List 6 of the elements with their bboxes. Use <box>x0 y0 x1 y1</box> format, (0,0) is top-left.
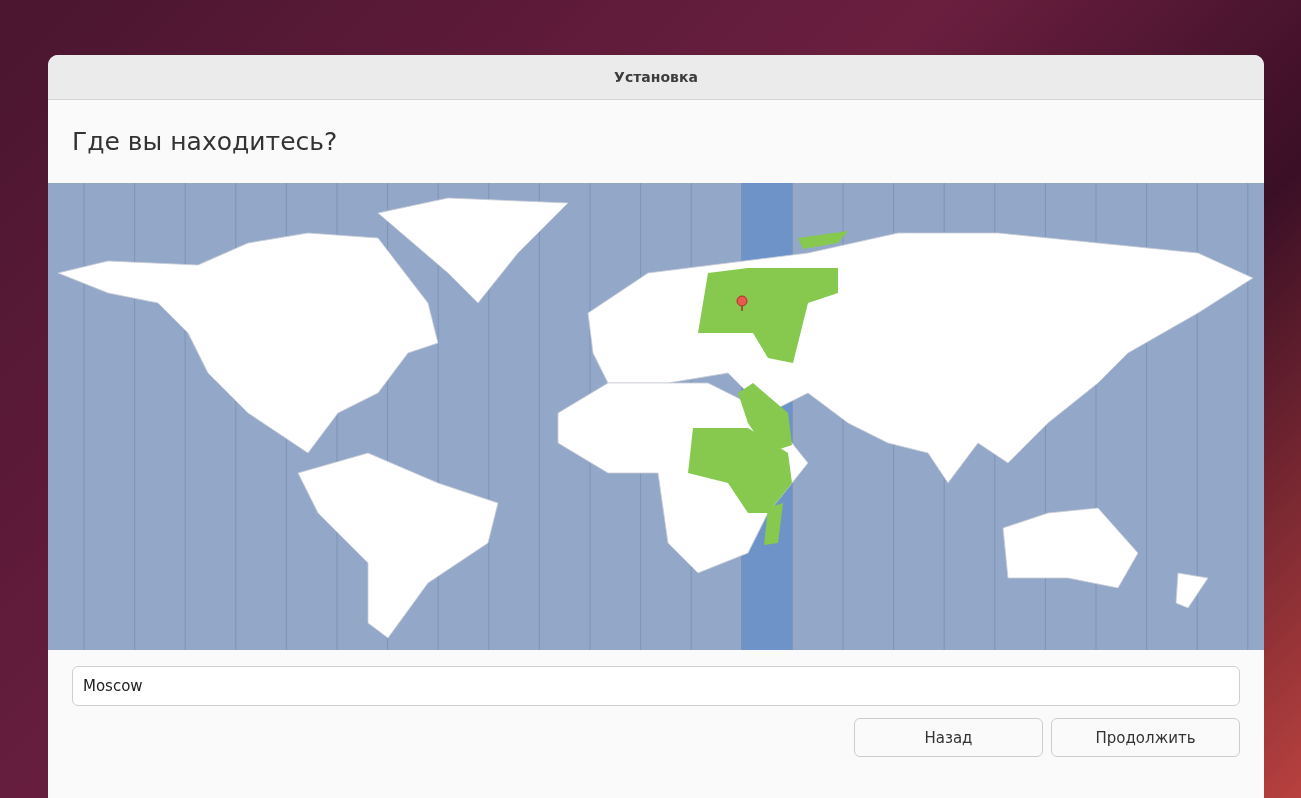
nav-button[interactable]: Продолжить <box>1051 718 1240 757</box>
location-pin-icon <box>736 295 748 312</box>
page-heading: Где вы находитесь? <box>72 127 338 156</box>
nav-button[interactable]: Назад <box>854 718 1043 757</box>
window-title: Установка <box>614 69 698 85</box>
location-field[interactable]: Moscow <box>72 666 1240 706</box>
